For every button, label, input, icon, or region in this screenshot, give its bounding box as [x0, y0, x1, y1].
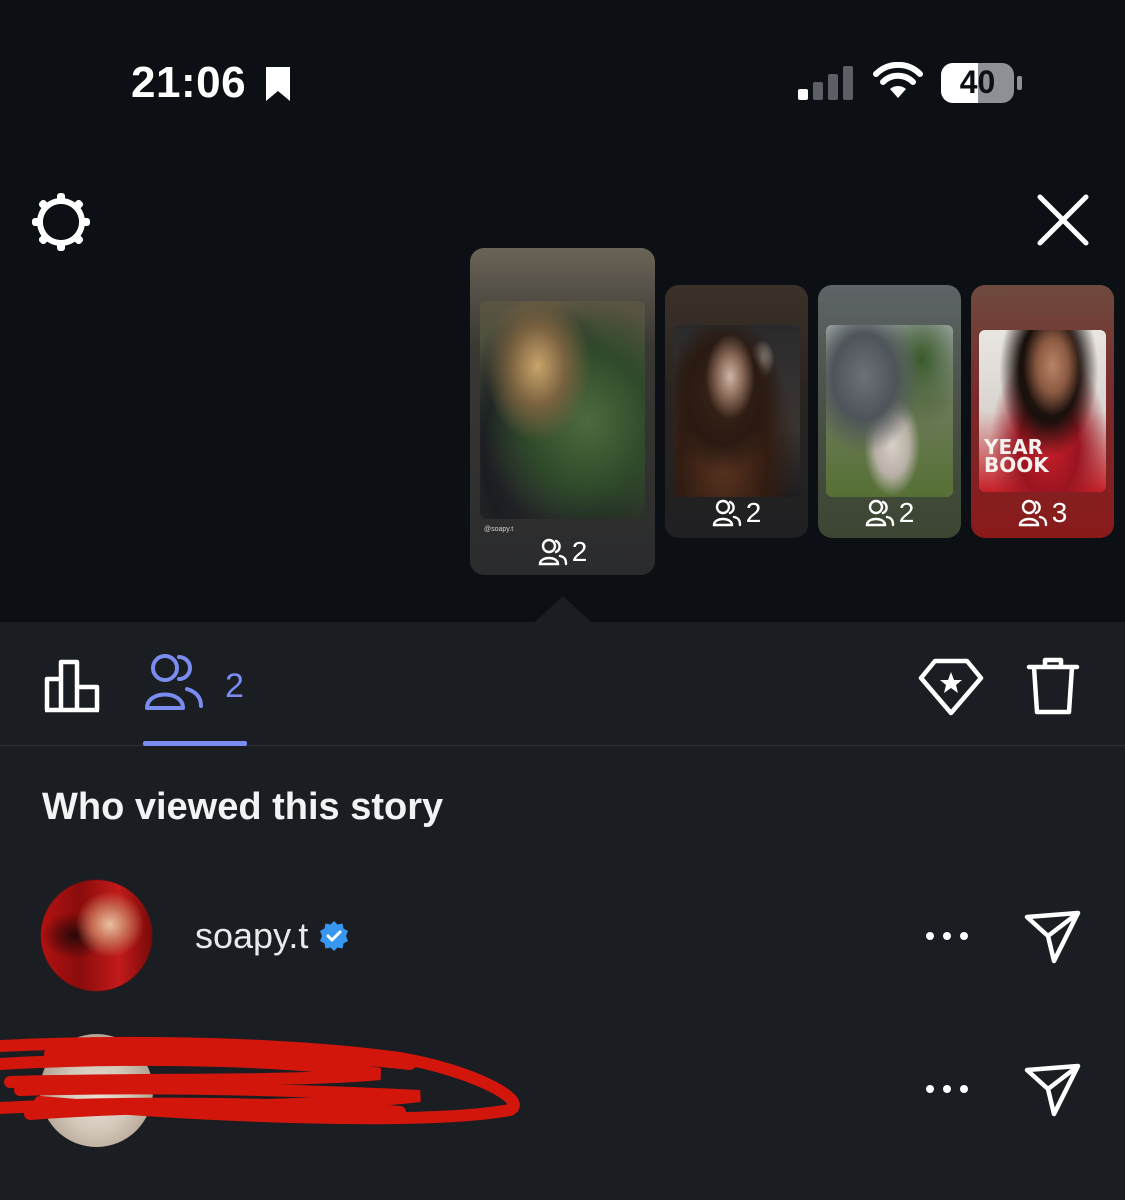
status-time: 21:06 [131, 58, 247, 107]
send-icon[interactable] [1024, 909, 1082, 965]
story-viewer-count: 2 [470, 536, 655, 568]
yearbook-logo: YEAR BOOK [984, 435, 1049, 477]
insights-tab-bar: 2 [0, 622, 1125, 746]
selected-story-pointer [535, 596, 591, 622]
active-tab-indicator [143, 741, 247, 746]
gear-icon[interactable] [31, 192, 91, 252]
story-thumbnail-4[interactable]: YEAR BOOK 3 [971, 285, 1114, 538]
story-thumbnail-2[interactable]: 2 [665, 285, 808, 538]
story-viewer-count: 2 [665, 497, 808, 529]
cellular-signal-icon [798, 66, 853, 100]
story-caption: @soapy.t [484, 526, 514, 533]
wifi-icon [873, 62, 923, 98]
story-image-1 [480, 301, 645, 519]
viewers-tab-count: 2 [225, 667, 244, 705]
viewers-icon [1018, 499, 1047, 527]
story-viewer-count: 2 [818, 497, 961, 529]
story-thumbnail-3[interactable]: 2 [818, 285, 961, 538]
more-options-icon[interactable] [925, 931, 969, 941]
close-icon[interactable] [1036, 193, 1090, 247]
send-icon[interactable] [1024, 1062, 1082, 1118]
story-thumbnail-1[interactable]: @soapy.t 2 [470, 248, 655, 575]
tab-viewers[interactable]: 2 [143, 652, 247, 746]
viewers-icon [538, 538, 567, 566]
battery-icon: 40 [940, 62, 1024, 109]
story-image-4: YEAR BOOK [979, 330, 1106, 492]
status-bar: 21:06 40 [0, 0, 1125, 160]
bar-chart-icon[interactable] [42, 657, 102, 713]
viewer-username[interactable]: soapy.t [195, 915, 350, 957]
story-viewer-count: 3 [971, 497, 1114, 529]
avatar[interactable] [40, 879, 153, 992]
viewers-icon [145, 654, 203, 710]
highlight-icon[interactable] [918, 658, 984, 716]
more-options-icon[interactable] [925, 1084, 969, 1094]
verified-badge-icon [320, 921, 349, 951]
battery-level: 40 [959, 64, 996, 100]
bookmark-icon [266, 67, 290, 101]
story-image-3 [826, 325, 953, 497]
redaction-scribble [0, 1036, 520, 1125]
viewers-heading: Who viewed this story [42, 786, 444, 828]
story-preview-area: 21:06 40 @soapy.t 2 2 2 YEAR BOOK 3 [0, 0, 1125, 622]
trash-icon[interactable] [1026, 656, 1080, 716]
story-image-2 [673, 325, 800, 497]
viewers-icon [712, 499, 741, 527]
viewers-icon [865, 499, 894, 527]
viewer-row[interactable]: soapy.t [0, 879, 1125, 999]
